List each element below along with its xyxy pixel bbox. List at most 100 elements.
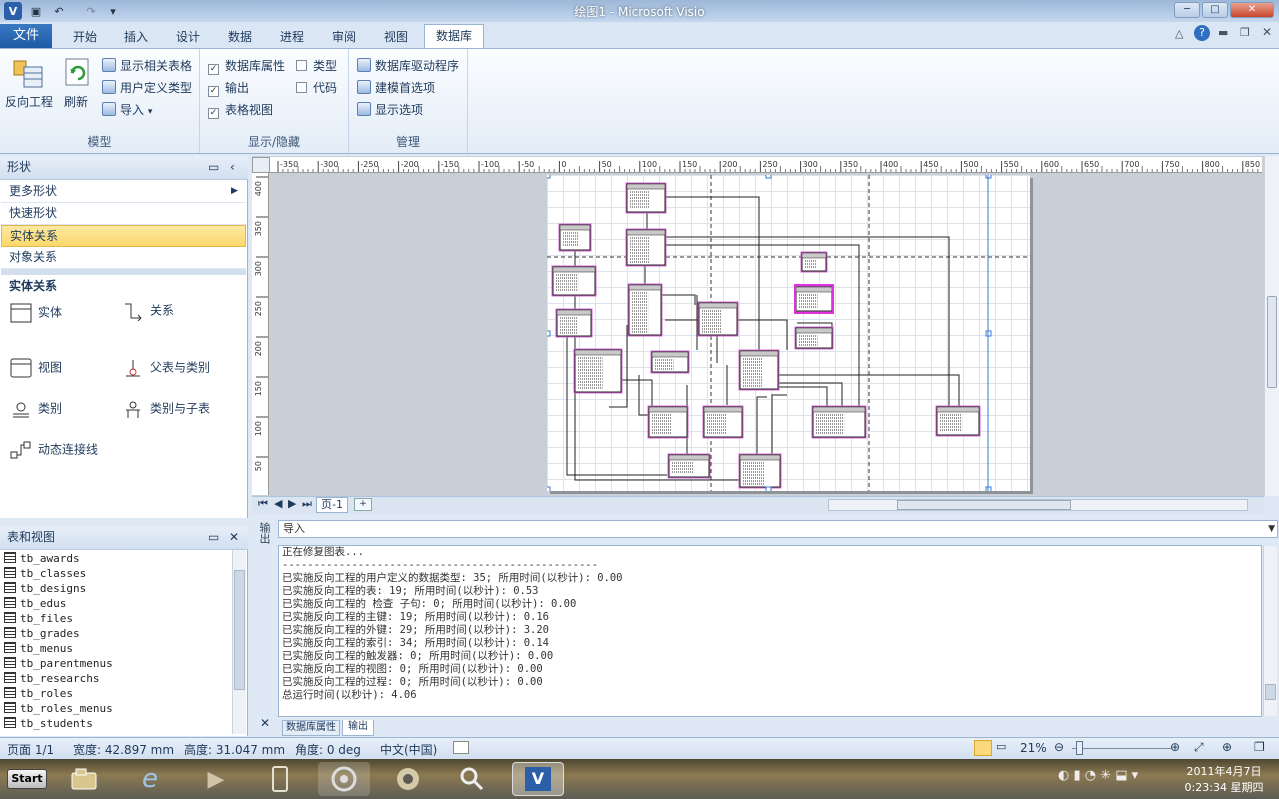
help-icon[interactable]: ? (1194, 25, 1210, 41)
doc-minimize-icon[interactable]: ▬ (1218, 26, 1228, 39)
internet-explorer-icon[interactable]: e (124, 762, 176, 796)
clock[interactable]: 2011年4月7日 0:23:34 星期四 (1184, 764, 1264, 796)
tab-insert[interactable]: 插入 (116, 26, 156, 48)
table-list-item[interactable]: tb_parentmenus (4, 656, 113, 671)
zoom-slider[interactable] (1072, 748, 1172, 749)
normal-view-icon[interactable] (974, 740, 992, 756)
refresh-button[interactable]: 刷新 (64, 93, 88, 110)
pan-zoom-icon[interactable]: ⊕ (1222, 740, 1232, 754)
tab-database[interactable]: 数据库 (424, 24, 484, 49)
view-shape[interactable]: 视图 (10, 358, 62, 378)
tab-file[interactable]: 文件 (0, 24, 52, 48)
modeling-prefs-button[interactable]: 建模首选项 (357, 79, 435, 96)
scroll-thumb[interactable] (234, 570, 245, 690)
search-icon[interactable] (446, 762, 498, 796)
pane-close-icon[interactable]: ✕ (229, 526, 239, 549)
erd-diagram[interactable] (544, 172, 1030, 493)
start-button[interactable]: Start (7, 769, 47, 789)
table-list-item[interactable]: tb_researchs (4, 671, 99, 686)
parent-category-shape[interactable]: 父表与类别 (122, 358, 210, 378)
db-properties-tab[interactable]: 数据库属性 (282, 720, 340, 736)
zoom-out-icon[interactable]: ⊖ (1054, 740, 1064, 754)
table-list-item[interactable]: tb_students (4, 716, 93, 731)
minimize-button[interactable]: ─ (1174, 2, 1200, 18)
visio-taskbar-icon[interactable]: V (512, 762, 564, 796)
media-player-icon[interactable]: ▶ (190, 762, 242, 796)
output-tab[interactable]: 输出 (342, 720, 374, 736)
table-list-item[interactable]: tb_menus (4, 641, 73, 656)
minimize-ribbon-icon[interactable]: △ (1175, 27, 1183, 40)
tab-design[interactable]: 设计 (168, 26, 208, 48)
horizontal-scrollbar[interactable] (828, 499, 1248, 511)
tab-home[interactable]: 开始 (64, 26, 106, 48)
next-page-icon[interactable]: ▶ (288, 497, 296, 510)
last-page-icon[interactable]: ⏭ (302, 497, 312, 511)
maximize-button[interactable]: □ (1202, 2, 1228, 18)
drawing-page[interactable] (544, 172, 1030, 493)
quick-shapes-item[interactable]: 快速形状 (1, 203, 246, 225)
chrome-icon[interactable] (318, 762, 370, 796)
insert-page-icon[interactable]: + (354, 498, 372, 511)
output-checkbox[interactable]: ✓ 输出 (208, 79, 249, 97)
more-shapes-item[interactable]: 更多形状 ▶ (1, 181, 246, 203)
relationship-shape[interactable]: 关系 (122, 301, 174, 321)
tray-icons[interactable]: ◐ ▮ ◔ ✳ ⬓ ▾ (1058, 768, 1138, 783)
db-driver-button[interactable]: 数据库驱动程序 (357, 57, 459, 74)
zoom-in-icon[interactable]: ⊕ (1170, 740, 1180, 754)
entity-shape[interactable]: 实体 (10, 303, 62, 323)
status-page[interactable]: 页面 1/1 (7, 741, 54, 758)
phone-icon[interactable] (254, 762, 306, 796)
full-screen-icon[interactable]: ▭ (996, 740, 1006, 753)
object-relational-stencil-item[interactable]: 对象关系 (1, 247, 246, 269)
table-list-item[interactable]: tb_roles_menus (4, 701, 113, 716)
table-list-item[interactable]: tb_awards (4, 551, 80, 566)
macro-record-icon[interactable] (453, 741, 469, 754)
display-options-button[interactable]: 显示选项 (357, 101, 423, 118)
tab-data[interactable]: 数据 (220, 26, 260, 48)
code-checkbox[interactable]: 代码 (296, 79, 337, 96)
import-button[interactable]: 导入 ▾ (102, 101, 152, 118)
doc-close-icon[interactable]: ✕ (1262, 25, 1272, 39)
user-defined-types-button[interactable]: 用户定义类型 (102, 79, 192, 96)
explorer-icon[interactable] (58, 762, 110, 796)
output-scroll-thumb[interactable] (1265, 684, 1276, 700)
category-shape[interactable]: 类别 (10, 399, 62, 419)
output-scrollbar[interactable] (1263, 546, 1277, 716)
firefox-icon[interactable] (382, 762, 434, 796)
horizontal-scroll-thumb[interactable] (897, 500, 1071, 510)
collapse-pane-icon[interactable]: ‹ (230, 156, 235, 179)
entity-relationship-stencil-item[interactable]: 实体关系 (1, 225, 246, 247)
tab-review[interactable]: 审阅 (324, 26, 364, 48)
table-list-item[interactable]: tb_roles (4, 686, 73, 701)
types-checkbox[interactable]: 类型 (296, 57, 337, 74)
canvas-vertical-scrollbar[interactable] (1264, 156, 1279, 496)
page-1-tab[interactable]: 页-1 (316, 497, 348, 513)
table-list-item[interactable]: tb_files (4, 611, 73, 626)
vertical-scroll-thumb[interactable] (1267, 296, 1277, 388)
fit-page-icon[interactable]: ⤢ (1194, 740, 1204, 755)
close-button[interactable]: ✕ (1230, 2, 1274, 18)
category-child-shape[interactable]: 类别与子表 (122, 399, 210, 419)
status-language[interactable]: 中文(中国) (380, 741, 437, 758)
table-list-item[interactable]: tb_designs (4, 581, 86, 596)
zoom-slider-thumb[interactable] (1076, 741, 1083, 755)
prev-page-icon[interactable]: ◀ (274, 497, 282, 510)
table-list-item[interactable]: tb_grades (4, 626, 80, 641)
table-view-checkbox[interactable]: ✓ 表格视图 (208, 101, 273, 119)
pane-restore-icon[interactable]: ▭ (208, 526, 219, 549)
doc-restore-icon[interactable]: ❐ (1240, 26, 1250, 39)
tables-scrollbar[interactable] (232, 550, 246, 734)
show-related-tables-button[interactable]: 显示相关表格 (102, 57, 192, 74)
table-list-item[interactable]: tb_classes (4, 566, 86, 581)
tab-process[interactable]: 进程 (272, 26, 312, 48)
zoom-level[interactable]: 21% (1020, 741, 1047, 755)
tab-view[interactable]: 视图 (376, 26, 416, 48)
reverse-engineer-button[interactable]: 反向工程 (5, 93, 53, 110)
output-source-select[interactable]: 导入 ▼ (278, 520, 1278, 538)
output-close-icon[interactable]: ✕ (260, 716, 270, 730)
dynamic-connector-shape[interactable]: 动态连接线 (10, 440, 98, 460)
first-page-icon[interactable]: ⏮ (258, 497, 268, 511)
table-list-item[interactable]: tb_edus (4, 596, 66, 611)
switch-windows-icon[interactable]: ❐ (1254, 740, 1265, 754)
pane-restore-icon[interactable]: ▭ (208, 156, 219, 179)
